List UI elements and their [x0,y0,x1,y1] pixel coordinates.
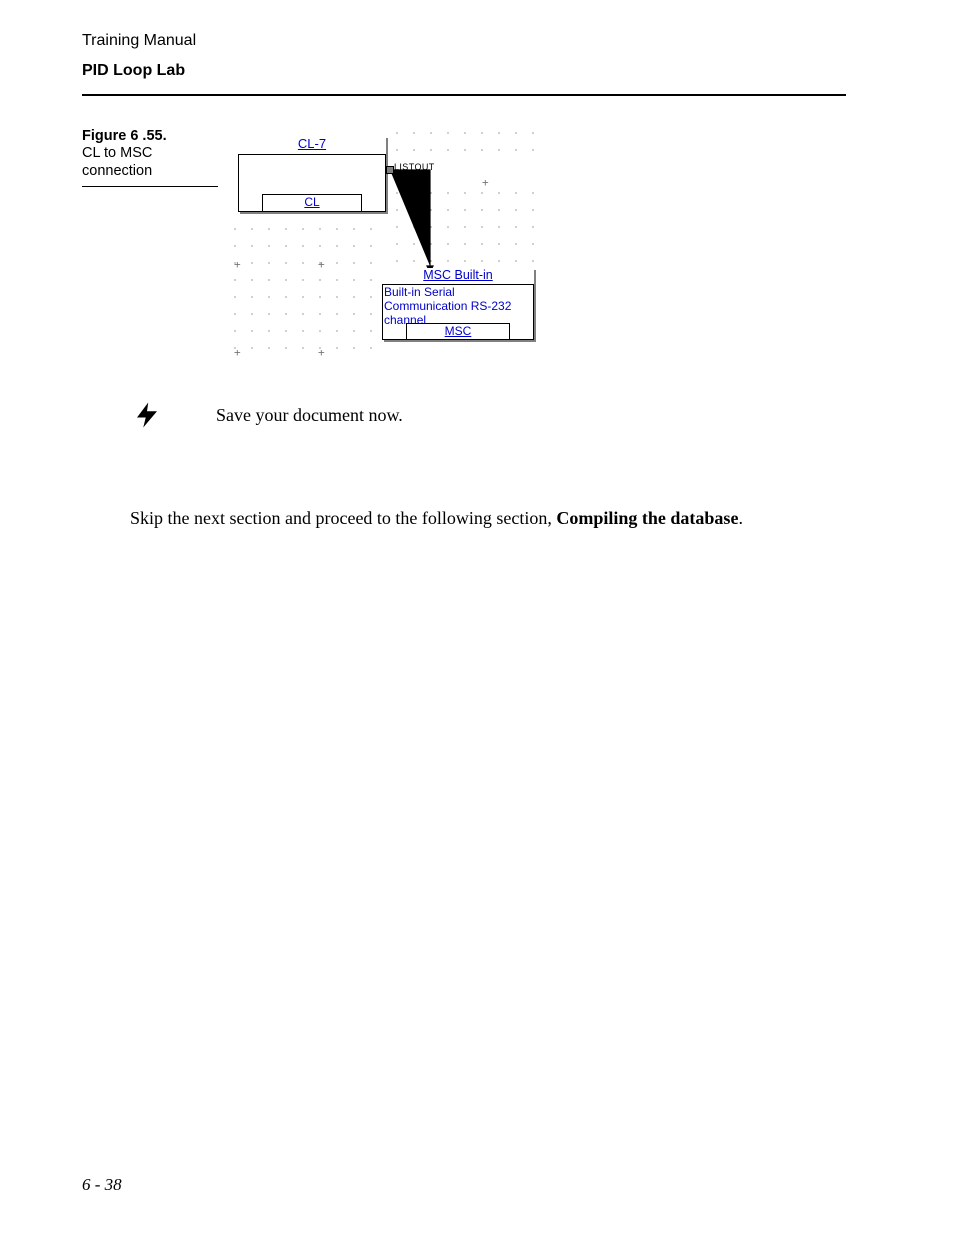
msc-listin-label: GLISTIN [420,184,430,220]
body-text-pre: Skip the next section and proceed to the… [130,508,556,528]
page-number: 6 - 38 [82,1175,122,1195]
figure-diagram: + + + + + + CL-7 CL LISTOUT MSC Built-in… [230,128,536,358]
figure-caption-text: CL to MSC connection [82,145,152,178]
cl-listout-label: LISTOUT [394,162,435,172]
cl-output-port-icon [386,166,394,174]
msc-block-title: MSC Built-in [382,268,534,285]
body-paragraph: Skip the next section and proceed to the… [130,508,743,529]
cl-block: CL-7 CL [238,136,386,212]
header-rule [82,94,846,96]
msc-body-line: Communication RS-232 [384,300,532,314]
msc-block-body: Built-in Serial Communication RS-232 cha… [384,286,532,327]
action-note-row: Save your document now. [132,400,403,430]
msc-block-type: MSC [406,323,510,340]
msc-block: MSC Built-in Built-in Serial Communicati… [382,268,534,340]
lightning-icon [132,400,162,430]
figure-number: Figure 6 .55. [82,128,167,144]
page: Training Manual PID Loop Lab Figure 6 .5… [0,0,954,1235]
cl-block-type: CL [262,194,362,212]
msc-body-line: Built-in Serial [384,286,532,300]
section-title: PID Loop Lab [82,62,185,80]
cl-block-title: CL-7 [238,136,386,155]
action-note-text: Save your document now. [216,405,403,426]
figure-caption: Figure 6 .55. CL to MSC connection [82,128,218,187]
body-text-post: . [738,508,743,528]
doc-title: Training Manual [82,32,196,50]
body-text-bold: Compiling the database [556,508,738,528]
